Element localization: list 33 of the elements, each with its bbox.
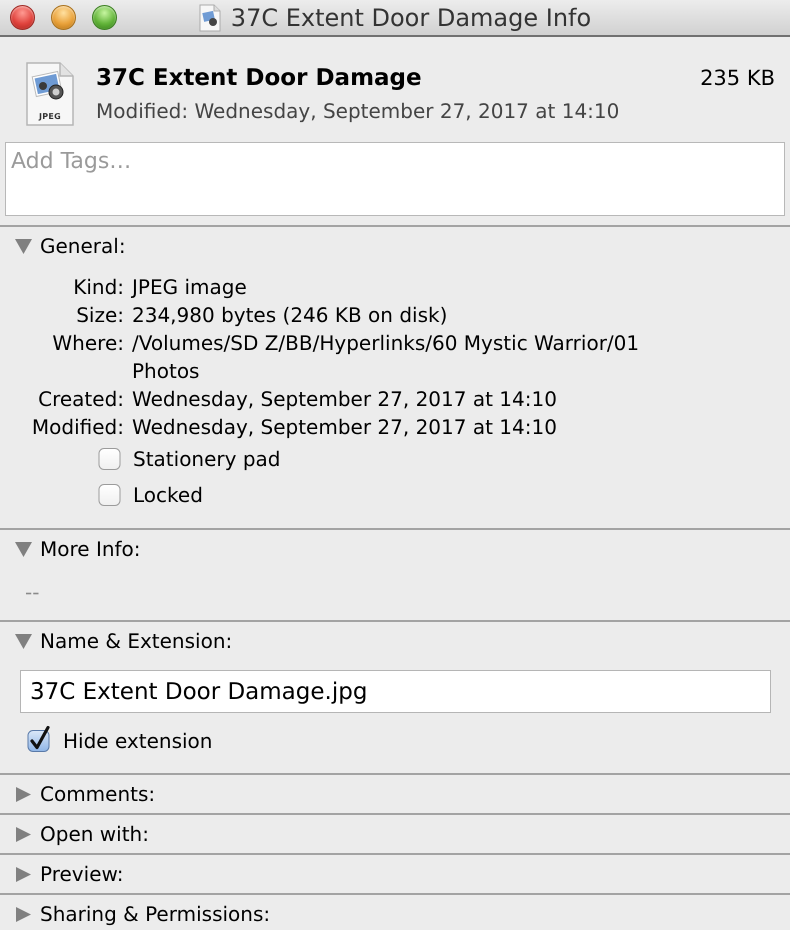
tags-field[interactable]: Add Tags…: [5, 142, 785, 216]
checkbox-label: Locked: [133, 482, 203, 509]
field-value: Wednesday, September 27, 2017 at 14:10: [132, 414, 558, 441]
checkbox-label: Hide extension: [63, 728, 212, 755]
section-header[interactable]: Preview:: [0, 855, 790, 893]
field-label: Created:: [37, 386, 124, 413]
name-field[interactable]: 37C Extent Door Damage.jpg: [20, 670, 771, 713]
modified-date: Modified: Wednesday, September 27, 2017 at 14:10: [96, 98, 620, 122]
document-icon: [198, 4, 221, 32]
field-value: /Volumes/SD Z/BB/Hyperlinks/60 Mystic Warrior/01 Photos: [132, 330, 640, 385]
file-name: 37C Extent Door Damage: [96, 64, 422, 90]
zoom-button[interactable]: [92, 5, 117, 30]
image-file-icon: [26, 62, 74, 126]
file-size: 235 KB: [700, 66, 775, 90]
empty-value: --: [25, 579, 40, 606]
field-label: Where:: [51, 330, 124, 357]
section-header[interactable]: Open with:: [0, 815, 790, 853]
section-header[interactable]: Name & Extension:: [0, 622, 790, 660]
window-title: 37C Extent Door Damage Info: [230, 4, 592, 32]
field-label: Size:: [75, 302, 124, 329]
field-label: Kind:: [72, 274, 124, 301]
field-label: Modified:: [30, 414, 124, 441]
section-header[interactable]: General:: [0, 227, 790, 265]
section-header[interactable]: Comments:: [0, 775, 790, 813]
field-value: Wednesday, September 27, 2017 at 14:10: [132, 386, 558, 413]
field-value: JPEG image: [132, 274, 248, 301]
section-header[interactable]: Sharing & Permissions:: [0, 895, 790, 930]
file-type-label: JPEG: [38, 112, 62, 120]
section-header[interactable]: More Info:: [0, 530, 790, 568]
close-button[interactable]: [10, 5, 35, 30]
minimize-button[interactable]: [51, 5, 76, 30]
checkbox-label: Stationery pad: [133, 446, 280, 473]
field-value: 234,980 bytes (246 KB on disk): [132, 302, 448, 329]
